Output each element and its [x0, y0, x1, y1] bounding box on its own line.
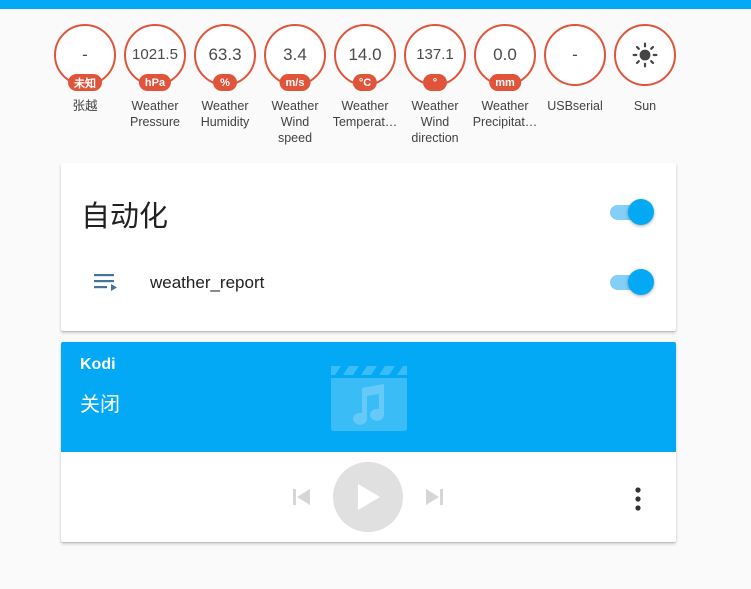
sun-icon — [632, 42, 658, 68]
weather-report-toggle[interactable] — [608, 269, 654, 295]
badge-sun[interactable]: Sun — [610, 24, 680, 146]
play-button[interactable] — [333, 462, 403, 532]
media-player-state: 关闭 — [80, 394, 120, 416]
badge-label: Weather Precipitat… — [472, 99, 538, 129]
more-vertical-icon[interactable] — [626, 485, 650, 513]
badge-ring: 3.4 m/s — [264, 24, 326, 91]
badge-value: 14.0 — [348, 44, 382, 64]
badge-label: Weather Pressure — [129, 99, 181, 129]
badge-unit: mm — [489, 74, 521, 91]
badge-value: 137.1 — [416, 45, 454, 63]
badge-weather-precipitation[interactable]: 0.0 mm Weather Precipitat… — [470, 24, 540, 146]
entity-name[interactable]: weather_report — [150, 273, 264, 293]
card-title: 自动化 — [81, 201, 169, 233]
badge-label: Weather Wind direction — [411, 99, 459, 145]
badge-unit: % — [213, 74, 237, 91]
badge-ring: - — [544, 24, 606, 86]
badge-label: 张越 — [72, 99, 98, 113]
play-icon — [358, 484, 380, 510]
master-toggle[interactable] — [608, 199, 654, 225]
badge-ring: - 未知 — [54, 24, 116, 91]
badge-ring: 63.3 % — [194, 24, 256, 91]
badge-weather-wind-speed[interactable]: 3.4 m/s Weather Wind speed — [260, 24, 330, 146]
badge-label: Weather Humidity — [200, 99, 250, 129]
badge-ring: 137.1 ° — [404, 24, 466, 91]
movie-music-icon — [331, 366, 407, 431]
badge-unit: ° — [423, 74, 447, 91]
badge-value: 63.3 — [208, 44, 242, 64]
media-player-name: Kodi — [80, 356, 116, 373]
script-icon — [94, 274, 117, 291]
media-header[interactable]: Kodi 关闭 — [61, 342, 676, 452]
toggle-knob — [628, 269, 654, 295]
badge-label: Sun — [633, 99, 657, 113]
toggle-knob — [628, 199, 654, 225]
badge-ring: 1021.5 hPa — [124, 24, 186, 91]
badge-ring: 14.0 °C — [334, 24, 396, 91]
badge-weather-humidity[interactable]: 63.3 % Weather Humidity — [190, 24, 260, 146]
badge-weather-pressure[interactable]: 1021.5 hPa Weather Pressure — [120, 24, 190, 146]
top-app-bar — [0, 0, 751, 9]
badges-row: - 未知 张越 1021.5 hPa Weather Pressure 63.3 … — [50, 24, 680, 146]
next-icon[interactable] — [421, 486, 447, 508]
badge-unit: °C — [352, 74, 378, 91]
badge-usbserial[interactable]: - USBserial — [540, 24, 610, 146]
badge-ring — [614, 24, 676, 86]
badge-zhangyue[interactable]: - 未知 张越 — [50, 24, 120, 146]
badge-label: USBserial — [547, 99, 603, 113]
automation-card: 自动化 weather_report — [61, 163, 676, 331]
badge-value: - — [82, 44, 88, 64]
badge-weather-temperature[interactable]: 14.0 °C Weather Temperat… — [330, 24, 400, 146]
media-player-card: Kodi 关闭 — [61, 342, 676, 542]
badge-ring: 0.0 mm — [474, 24, 536, 91]
previous-icon[interactable] — [289, 486, 315, 508]
badge-unit: m/s — [279, 74, 311, 91]
badge-unit: hPa — [138, 74, 172, 91]
media-controls — [61, 452, 676, 542]
badge-value: - — [572, 44, 578, 64]
badge-label: Weather Temperat… — [332, 99, 398, 129]
badge-weather-wind-direction[interactable]: 137.1 ° Weather Wind direction — [400, 24, 470, 146]
badge-value: 1021.5 — [132, 45, 178, 63]
badge-value: 0.0 — [493, 44, 517, 64]
badge-value: 3.4 — [283, 44, 307, 64]
badge-label: Weather Wind speed — [271, 99, 319, 145]
badge-unit: 未知 — [68, 74, 102, 91]
